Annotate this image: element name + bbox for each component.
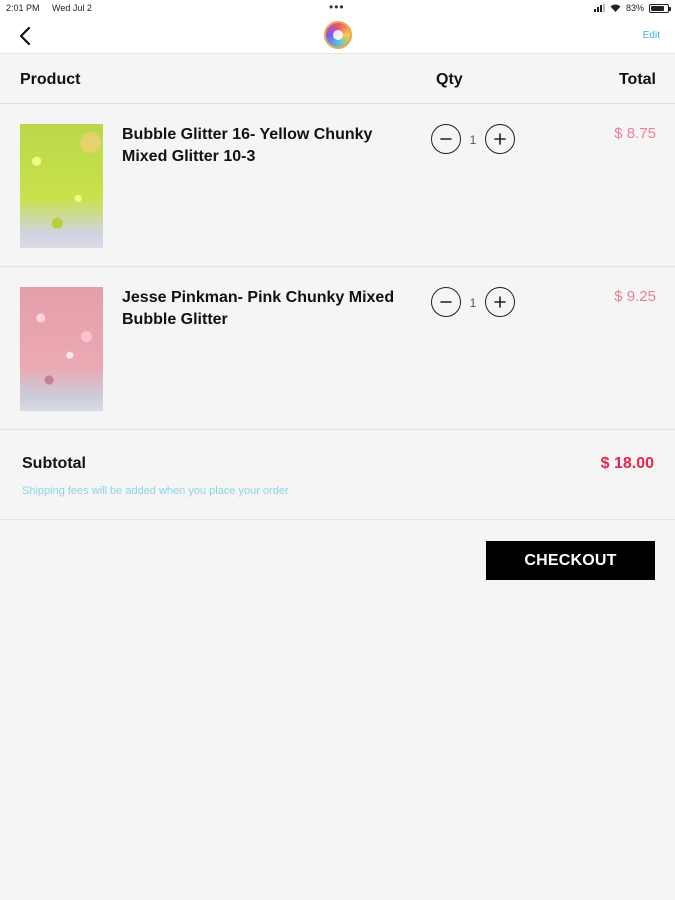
decrease-quantity-button[interactable] [431,124,461,154]
product-thumbnail[interactable] [20,124,103,248]
product-name[interactable]: Bubble Glitter 16- Yellow Chunky Mixed G… [122,124,412,168]
wifi-icon [610,4,621,12]
increase-quantity-button[interactable] [485,124,515,154]
status-date: Wed Jul 2 [52,3,92,13]
quantity-stepper: 1 [431,287,515,317]
edit-button[interactable]: Edit [643,30,660,41]
cart-item-row: Jesse Pinkman- Pink Chunky Mixed Bubble … [0,267,675,430]
nav-bar: Edit [0,18,675,54]
header-product: Product [20,71,81,88]
battery-icon [649,3,671,13]
shipping-note: Shipping fees will be added when you pla… [22,485,289,497]
quantity-value: 1 [469,133,477,147]
header-total: Total [618,71,656,88]
cellular-signal-icon [593,4,605,12]
back-button[interactable] [14,24,38,48]
item-total-price: $ 8.75 [614,125,656,142]
header-qty: Qty [436,71,463,88]
increase-quantity-button[interactable] [485,287,515,317]
product-thumbnail[interactable] [20,287,103,411]
minus-icon [440,301,452,303]
product-name[interactable]: Jesse Pinkman- Pink Chunky Mixed Bubble … [122,287,412,331]
status-left: 2:01 PM Wed Jul 2 [6,3,102,13]
cart-item-row: Bubble Glitter 16- Yellow Chunky Mixed G… [0,104,675,267]
plus-icon [494,296,506,308]
decrease-quantity-button[interactable] [431,287,461,317]
plus-icon [494,133,506,145]
minus-icon [440,138,452,140]
quantity-stepper: 1 [431,124,515,154]
checkout-button[interactable]: CHECKOUT [486,541,655,580]
status-time: 2:01 PM [6,3,40,13]
status-bar: 2:01 PM Wed Jul 2 ••• 83% [0,0,675,18]
store-logo[interactable] [324,21,352,49]
subtotal-label: Subtotal [22,455,86,472]
item-total-price: $ 9.25 [614,288,656,305]
multitasking-dots-icon[interactable]: ••• [329,0,345,14]
quantity-value: 1 [469,296,477,310]
chevron-left-icon [19,26,31,46]
subtotal-section: Subtotal $ 18.00 Shipping fees will be a… [0,431,675,520]
battery-percent: 83% [625,3,644,13]
status-right: 83% [593,3,671,13]
subtotal-value: $ 18.00 [600,455,654,472]
cart-table-header: Product Qty Total [0,54,675,104]
